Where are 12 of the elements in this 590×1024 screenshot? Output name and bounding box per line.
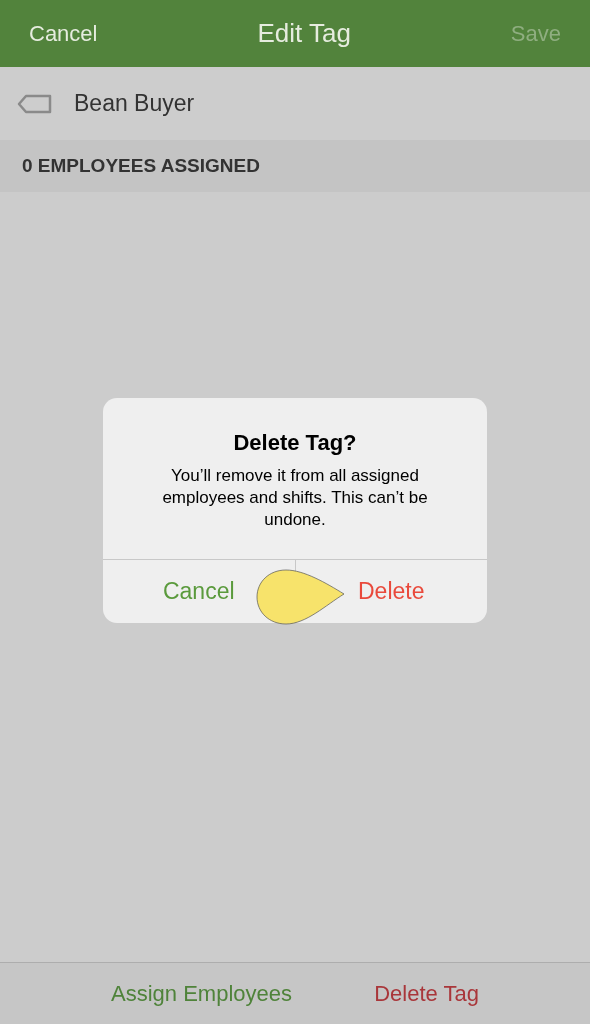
bottom-bar-button[interactable]: Delete Tag	[374, 977, 479, 1010]
bottom-bar-button[interactable]: Assign Employees	[111, 977, 293, 1010]
pointer-icon	[255, 568, 346, 625]
tag-icon	[17, 93, 52, 114]
cancel-button[interactable]: Cancel	[29, 17, 98, 50]
dialog-button[interactable]: Delete	[356, 559, 427, 623]
dialog-message: You’ll remove it from all assigned employees and shifts. This can’t be undone.	[161, 464, 429, 531]
dialog-title: Delete Tag?	[233, 428, 357, 457]
dialog-button[interactable]: Cancel	[160, 559, 237, 623]
section-header-text: 0 EMPLOYEES ASSIGNED	[22, 153, 260, 178]
nav-title: Edit Tag	[257, 17, 351, 50]
tag-name: Bean Buyer	[74, 89, 195, 119]
